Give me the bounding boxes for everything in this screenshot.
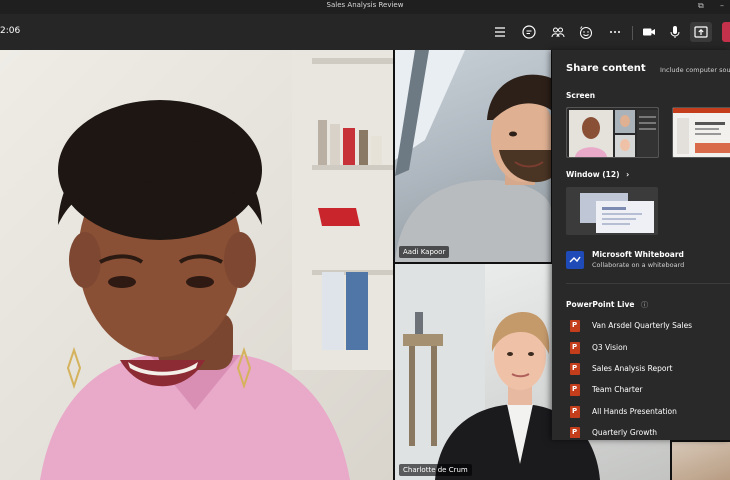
share-button[interactable] [690,22,712,42]
ppt-item-label: Q3 Vision [592,343,628,352]
participant-name-tag: Aadi Kapoor [399,246,450,258]
ppt-item-sales-analysis[interactable]: Sales Analysis Report [566,360,730,378]
restore-icon[interactable]: ⧉ [698,1,704,11]
ppt-item-quarterly-growth[interactable]: Quarterly Growth [566,424,730,438]
whiteboard-icon [566,251,584,269]
ppt-item-team-charter[interactable]: Team Charter [566,381,730,399]
camera-icon[interactable] [641,24,657,40]
speaker-video-tile [0,50,393,480]
ppt-live-section-label: PowerPoint Live ⓘ [566,300,648,310]
ppt-item-van-arsdel[interactable]: Van Arsdel Quarterly Sales [566,317,730,335]
react-icon[interactable] [578,24,594,40]
include-sound-toggle[interactable]: Include computer sound [660,66,730,74]
share-icon [694,26,708,38]
ppt-item-label: Team Charter [592,385,643,394]
window-section-text: Window (12) [566,170,620,179]
more-icon[interactable] [607,24,623,40]
chat-icon[interactable] [521,24,537,40]
whiteboard-subtitle: Collaborate on a whiteboard [592,261,685,269]
ppt-item-label: Sales Analysis Report [592,364,673,373]
powerpoint-icon [570,363,580,375]
powerpoint-icon [570,427,580,438]
people-icon[interactable] [550,24,566,40]
list-icon[interactable] [492,24,508,40]
screen-section-label: Screen [566,91,596,100]
whiteboard-option[interactable]: Microsoft Whiteboard [592,250,684,259]
window-title: Sales Analysis Review [326,1,404,9]
ppt-item-label: All Hands Presentation [592,407,677,416]
meeting-timer: 2:06 [0,26,21,36]
window-thumbnail[interactable] [566,187,658,235]
ppt-item-all-hands[interactable]: All Hands Presentation [566,403,730,421]
speaker-portrait [40,50,393,480]
panel-title: Share content [566,63,646,74]
title-bar: Sales Analysis Review ⧉ – [0,0,730,14]
meeting-toolbar: 2:06 [0,14,730,50]
minimize-icon[interactable]: – [720,1,724,10]
participant-name-tag: Charlotte de Crum [399,464,472,476]
section-divider [566,283,730,284]
participant-tile-partial [672,442,730,480]
ppt-item-q3-vision[interactable]: Q3 Vision [566,339,730,357]
window-preview [580,193,654,233]
participant-tile-aadi: Aadi Kapoor [395,50,551,262]
screen-preview-2 [673,108,730,157]
ppt-item-label: Quarterly Growth [592,428,658,437]
toolbar-divider [632,26,633,40]
chevron-right-icon: › [626,170,630,179]
ppt-item-label: Van Arsdel Quarterly Sales [592,321,693,330]
mic-icon[interactable] [667,24,683,40]
ppt-live-text: PowerPoint Live [566,300,635,309]
powerpoint-icon [570,342,580,354]
powerpoint-icon [570,320,580,332]
leave-button[interactable] [722,22,730,42]
powerpoint-icon [570,406,580,418]
participant-portrait-aadi [395,50,551,262]
screen-preview-1 [567,108,658,157]
window-section-label[interactable]: Window (12) › [566,170,629,179]
info-icon[interactable]: ⓘ [641,301,648,309]
powerpoint-icon [570,384,580,396]
share-content-panel: Share content Include computer sound Scr… [552,50,730,440]
screen-thumbnail-2[interactable] [672,107,730,158]
screen-thumbnail-1[interactable] [566,107,659,158]
